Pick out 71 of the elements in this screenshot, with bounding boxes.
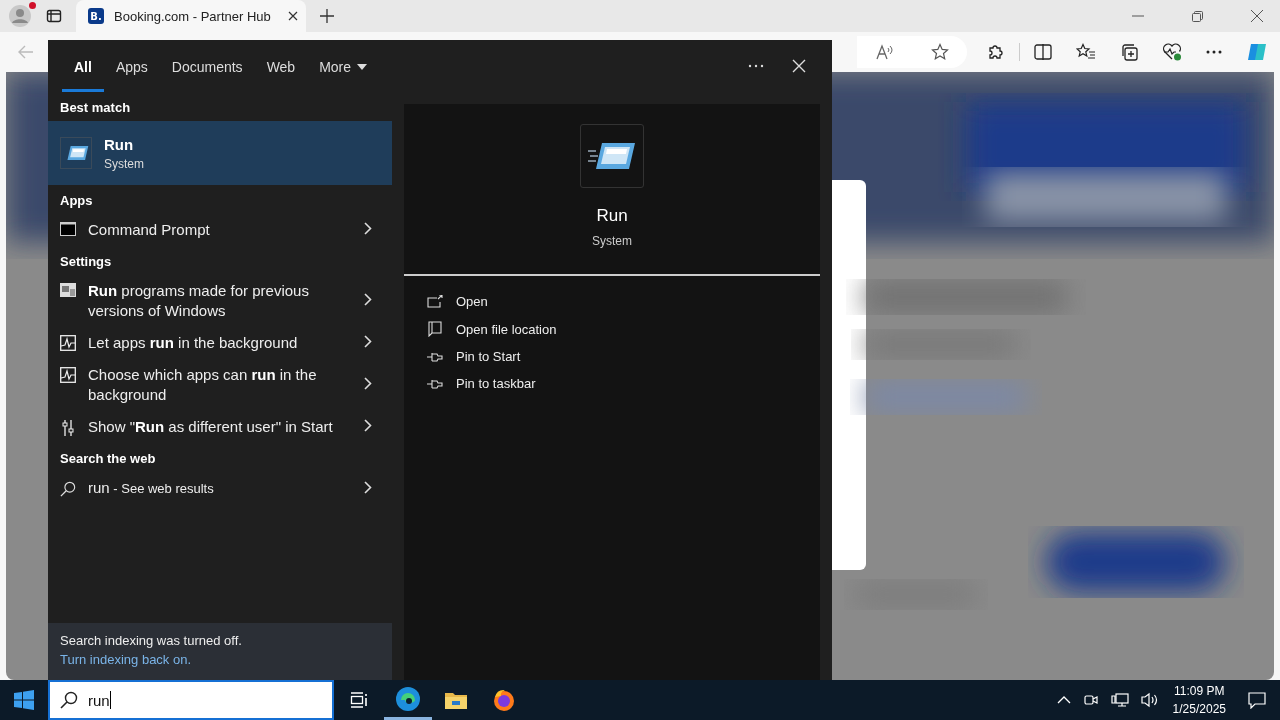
- result-item[interactable]: run - See web results: [48, 472, 392, 505]
- chevron-right-icon: [364, 222, 372, 235]
- windows-start-icon[interactable]: [14, 690, 34, 710]
- section-heading: Settings: [59, 253, 113, 271]
- chevron-right-icon: [364, 377, 372, 390]
- collections-icon[interactable]: [1120, 43, 1138, 61]
- site-favicon: B.: [88, 8, 104, 24]
- context-action[interactable]: Open file location: [426, 321, 798, 337]
- search-icon: [60, 691, 78, 709]
- turn-on-indexing-link[interactable]: Turn indexing back on.: [60, 652, 192, 667]
- section-heading: Best match: [59, 99, 132, 117]
- favorites-icon[interactable]: [1076, 43, 1096, 61]
- new-tab-icon[interactable]: [320, 9, 334, 23]
- chevron-up-icon[interactable]: [1056, 696, 1071, 704]
- filter-tab[interactable]: Documents: [159, 40, 255, 92]
- run-app-icon: [580, 124, 644, 188]
- browser-tab[interactable]: B. Booking.com - Partner Hub: [76, 0, 306, 32]
- console-icon: [60, 222, 76, 236]
- chevron-right-icon: [364, 480, 372, 494]
- notifications-icon[interactable]: [1248, 691, 1266, 709]
- context-action[interactable]: Pin to taskbar: [426, 376, 798, 391]
- filter-tab[interactable]: Apps: [103, 40, 160, 92]
- chevron-right-icon: [364, 335, 372, 348]
- more-icon[interactable]: [1206, 50, 1222, 54]
- tab-actions-icon[interactable]: [46, 8, 62, 24]
- activity-chart-icon: [60, 367, 76, 383]
- split-screen-icon[interactable]: [1034, 44, 1052, 60]
- close-icon[interactable]: [288, 11, 298, 21]
- clock-time[interactable]: 11:09 PM: [1174, 682, 1225, 700]
- close-icon[interactable]: [1251, 10, 1263, 22]
- activity-chart-icon: [60, 335, 76, 351]
- result-item[interactable]: Show "Run as different user" in Start: [48, 411, 392, 443]
- section-heading: Search the web: [59, 450, 157, 468]
- app-window-icon: [60, 283, 76, 297]
- result-item[interactable]: Command Prompt: [48, 214, 392, 246]
- app-title: Run: [596, 206, 628, 226]
- restore-icon[interactable]: [1192, 10, 1203, 22]
- run-app-icon: [60, 137, 92, 169]
- best-match-item[interactable]: Run System: [48, 121, 392, 185]
- result-item[interactable]: Run programs made for previous versions of Windows: [48, 275, 392, 327]
- result-item[interactable]: Let apps run in the background: [48, 327, 392, 359]
- puzzle-icon[interactable]: [987, 43, 1005, 61]
- star-icon[interactable]: [930, 43, 949, 61]
- app-type: System: [592, 234, 632, 248]
- read-aloud-icon[interactable]: [875, 44, 894, 60]
- address-bar[interactable]: [857, 36, 967, 68]
- camera-icon[interactable]: [1082, 692, 1099, 708]
- result-item[interactable]: Choose which apps can run in the background: [48, 359, 392, 411]
- search-icon: [60, 480, 76, 498]
- network-icon[interactable]: [1110, 692, 1129, 708]
- tab-title: Booking.com - Partner Hub: [114, 8, 272, 24]
- notice-text: Search indexing was turned off.: [60, 633, 243, 648]
- more-options-icon[interactable]: [748, 64, 764, 68]
- filter-tab[interactable]: All: [62, 40, 104, 92]
- search-field[interactable]: run: [48, 680, 334, 720]
- pin-icon: [427, 378, 443, 389]
- chevron-right-icon: [364, 293, 372, 306]
- health-heart-icon[interactable]: [1162, 43, 1182, 61]
- filter-tab[interactable]: More: [307, 40, 380, 92]
- task-view-icon[interactable]: [350, 692, 368, 708]
- context-action[interactable]: Open: [426, 294, 798, 309]
- folder-location-icon: [428, 321, 442, 337]
- clock-date[interactable]: 1/25/2025: [1172, 700, 1226, 718]
- settings-sliders-icon: [62, 419, 74, 437]
- chevron-right-icon: [364, 419, 372, 432]
- pin-icon: [427, 351, 443, 362]
- open-icon: [427, 294, 443, 309]
- filter-tab[interactable]: Web: [254, 40, 308, 92]
- context-action[interactable]: Pin to Start: [426, 349, 798, 364]
- speaker-icon[interactable]: [1140, 692, 1159, 708]
- section-heading: Apps: [59, 192, 94, 210]
